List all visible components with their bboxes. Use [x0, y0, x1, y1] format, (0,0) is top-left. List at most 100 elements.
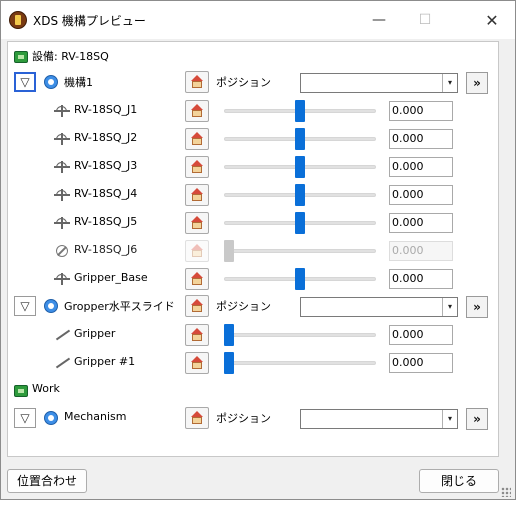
linear-joint-icon	[54, 357, 71, 369]
rotary-joint-icon	[54, 105, 70, 117]
work-label: Work	[32, 382, 60, 395]
position-combo[interactable]: ▾	[300, 409, 458, 429]
rotary-joint-icon	[54, 217, 70, 229]
joint-home-button[interactable]	[185, 184, 209, 206]
joint-value-field[interactable]: 0.000	[389, 325, 453, 345]
home-icon-body	[192, 305, 202, 312]
joint-home-button[interactable]	[185, 352, 209, 374]
joint-value-field[interactable]: 0.000	[389, 213, 453, 233]
mechanism-name: Gropper水平スライド	[64, 300, 175, 313]
position-label: ポジション	[216, 412, 271, 425]
joint-slider-thumb[interactable]	[295, 212, 305, 234]
joint-name: RV-18SQ_J2	[74, 131, 138, 144]
mechanism-name: Mechanism	[64, 410, 127, 423]
joint-row: Gripper 0.000	[8, 322, 498, 348]
maximize-button: ☐	[418, 12, 432, 28]
preview-window: XDS 機構プレビュー — ☐ ✕ 設備: RV-18SQ ▽ 機構1 ポジショ…	[0, 0, 516, 500]
home-icon-body	[192, 138, 202, 145]
mechanism-tree-panel: 設備: RV-18SQ ▽ 機構1 ポジション ▾ » RV-18SQ_J1 0.…	[7, 41, 499, 457]
joint-slider-thumb[interactable]	[224, 352, 234, 374]
joint-home-button[interactable]	[185, 156, 209, 178]
equipment-icon	[14, 51, 28, 63]
joint-row: RV-18SQ_J6 0.000	[8, 238, 498, 264]
joint-home-button	[185, 240, 209, 262]
home-button[interactable]	[185, 407, 209, 429]
joint-value-field[interactable]: 0.000	[389, 129, 453, 149]
joint-name: RV-18SQ_J6	[74, 243, 138, 256]
home-icon-body	[192, 194, 202, 201]
joint-value-field[interactable]: 0.000	[389, 101, 453, 121]
joint-row: RV-18SQ_J4 0.000	[8, 182, 498, 208]
joint-value-field[interactable]: 0.000	[389, 185, 453, 205]
expand-all-button[interactable]: »	[466, 408, 488, 430]
joint-home-button[interactable]	[185, 128, 209, 150]
minimize-button[interactable]: —	[356, 1, 402, 39]
joint-slider-thumb	[224, 240, 234, 262]
position-combo[interactable]: ▾	[300, 73, 458, 93]
title-bar: XDS 機構プレビュー — ☐ ✕	[1, 1, 515, 39]
joint-home-button[interactable]	[185, 100, 209, 122]
home-icon-body	[192, 278, 202, 285]
home-icon-body	[192, 362, 202, 369]
mechanism-row: ▽ 機構1 ポジション ▾ »	[8, 70, 498, 96]
home-icon-body	[192, 166, 202, 173]
home-icon-body	[192, 250, 202, 257]
position-combo[interactable]: ▾	[300, 297, 458, 317]
home-icon-body	[192, 417, 202, 424]
joint-slider-thumb[interactable]	[295, 156, 305, 178]
rotary-joint-icon	[54, 133, 70, 145]
expand-toggle-icon[interactable]: ▽	[14, 408, 36, 428]
work-row: Work	[8, 378, 498, 404]
joint-value-field[interactable]: 0.000	[389, 353, 453, 373]
resize-grip[interactable]	[501, 487, 511, 497]
joint-slider-thumb[interactable]	[295, 268, 305, 290]
dropdown-arrow-icon[interactable]: ▾	[442, 298, 457, 316]
joint-name: Gripper_Base	[74, 271, 148, 284]
joint-home-button[interactable]	[185, 212, 209, 234]
dropdown-arrow-icon[interactable]: ▾	[442, 410, 457, 428]
expand-toggle-icon[interactable]: ▽	[14, 296, 36, 316]
mechanism-icon	[44, 411, 58, 425]
joint-row: RV-18SQ_J5 0.000	[8, 210, 498, 236]
expand-toggle-icon[interactable]: ▽	[14, 72, 36, 92]
home-button[interactable]	[185, 295, 209, 317]
expand-all-button[interactable]: »	[466, 296, 488, 318]
joint-name: Gripper	[74, 327, 116, 340]
joint-name: Gripper #1	[74, 355, 136, 368]
joint-slider-thumb[interactable]	[295, 128, 305, 150]
rotary-joint-icon	[54, 273, 70, 285]
close-button[interactable]: 閉じる	[419, 469, 499, 493]
joint-value-field[interactable]: 0.000	[389, 269, 453, 289]
joint-home-button[interactable]	[185, 268, 209, 290]
joint-name: RV-18SQ_J5	[74, 215, 138, 228]
joint-row: RV-18SQ_J2 0.000	[8, 126, 498, 152]
joint-slider-track[interactable]	[224, 361, 376, 365]
home-icon-body	[192, 110, 202, 117]
dropdown-arrow-icon[interactable]: ▾	[442, 74, 457, 92]
linear-joint-icon	[54, 329, 71, 341]
joint-home-button[interactable]	[185, 324, 209, 346]
joint-row: Gripper #1 0.000	[8, 350, 498, 376]
joint-value-field: 0.000	[389, 241, 453, 261]
joint-row: RV-18SQ_J1 0.000	[8, 98, 498, 124]
equipment-row: 設備: RV-18SQ	[8, 44, 498, 70]
rotary-joint-icon	[54, 161, 70, 173]
joint-name: RV-18SQ_J1	[74, 103, 138, 116]
app-icon	[9, 11, 27, 29]
rotary-joint-icon	[54, 189, 70, 201]
align-position-button[interactable]: 位置合わせ	[7, 469, 87, 493]
joint-value-field[interactable]: 0.000	[389, 157, 453, 177]
home-icon-body	[192, 334, 202, 341]
expand-all-button[interactable]: »	[466, 72, 488, 94]
joint-slider-thumb[interactable]	[224, 324, 234, 346]
joint-slider-thumb[interactable]	[295, 100, 305, 122]
joint-slider-track[interactable]	[224, 333, 376, 337]
joint-name: RV-18SQ_J3	[74, 159, 138, 172]
window-title: XDS 機構プレビュー	[33, 14, 146, 28]
joint-row: Gripper_Base 0.000	[8, 266, 498, 292]
home-button[interactable]	[185, 71, 209, 93]
position-label: ポジション	[216, 300, 271, 313]
close-window-button[interactable]: ✕	[469, 1, 515, 39]
joint-slider-thumb[interactable]	[295, 184, 305, 206]
home-icon-body	[192, 81, 202, 88]
